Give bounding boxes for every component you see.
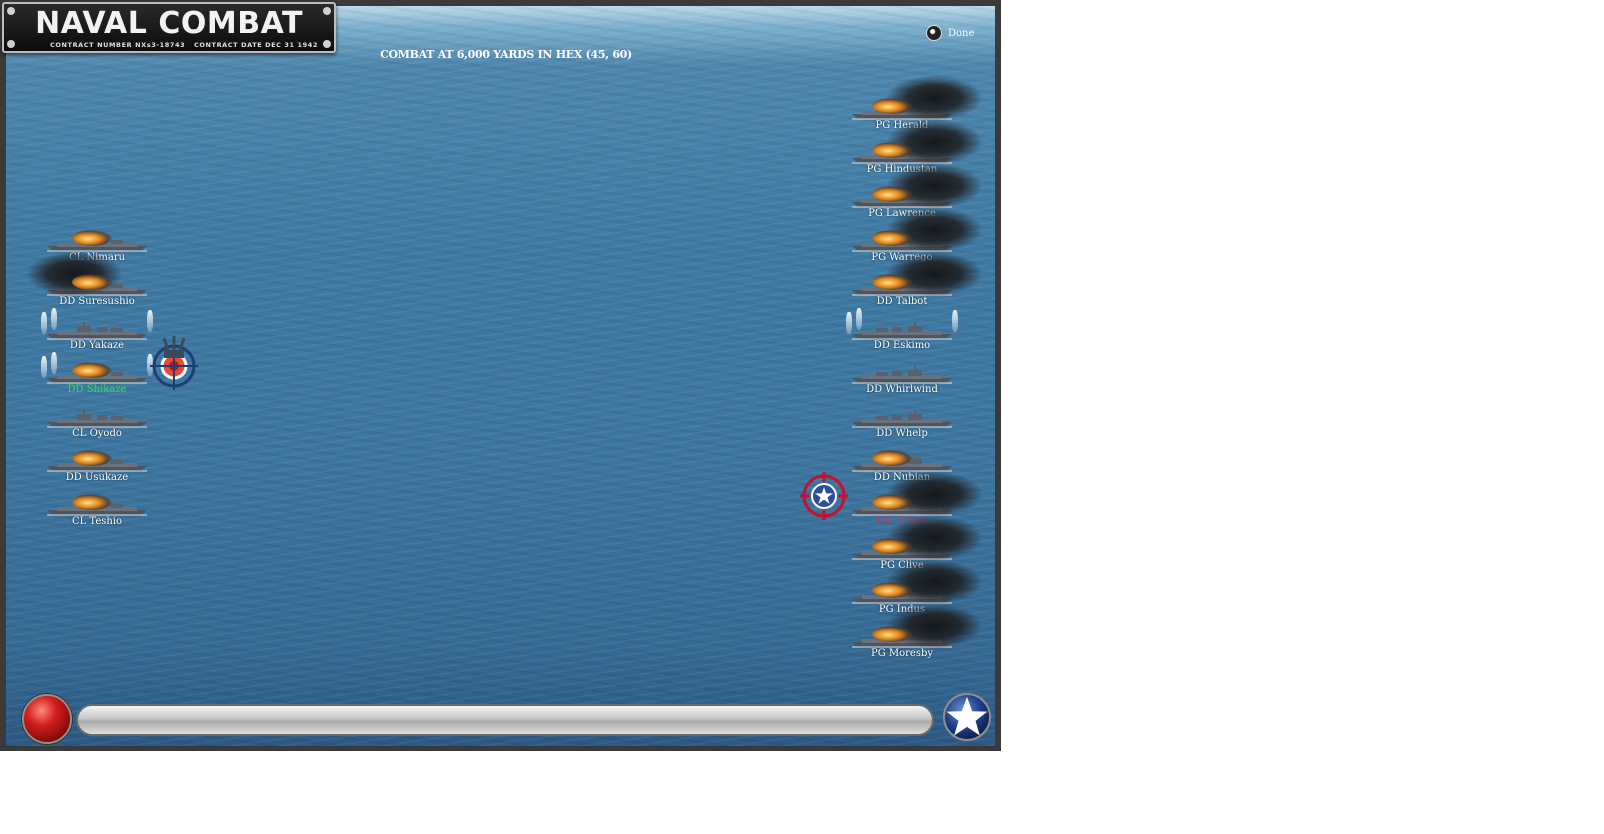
fire-icon [72,450,112,466]
ship-yakaze[interactable]: DD Yakaze [27,308,167,352]
combat-heading: COMBAT AT 6,000 YARDS IN HEX (45, 60) [380,48,632,61]
fire-icon [872,98,912,114]
contract-number: CONTRACT NUMBER NXs3-18743 [50,41,186,49]
fire-icon [872,450,912,466]
ship-oyodo[interactable]: CL Oyodo [27,396,167,440]
ship-talbot[interactable]: DD Talbot [832,252,982,308]
ship-name: DD Talbot [876,296,928,307]
ship-whirlwind[interactable]: DD Whirlwind [832,352,972,396]
fire-icon [872,186,912,202]
fire-icon [872,142,912,158]
screw-icon [323,40,331,48]
done-button[interactable]: Done [926,25,974,41]
ship-selected[interactable]: DD Shikaze [27,352,167,396]
title-plate: NAVAL COMBAT CONTRACT NUMBER NXs3-18743 … [2,2,336,53]
ship-name: DD Whelp [876,428,928,439]
ship-hull-icon [47,322,147,340]
fire-icon [72,362,112,378]
ship-teshio[interactable]: CL Teshio [27,484,167,528]
splash-icon [41,312,47,334]
contract-info: CONTRACT NUMBER NXs3-18743 CONTRACT DATE… [50,41,318,49]
screw-icon [7,40,15,48]
fire-icon [872,626,912,642]
allied-target-reticle-icon[interactable] [800,472,848,520]
ship-name: DD Eskimo [873,340,931,351]
ship-name: DD Yakaze [69,340,125,351]
ocean-background: COMBAT AT 6,000 YARDS IN HEX (45, 60) Do… [6,6,995,746]
ship-name: DD Whirlwind [866,384,938,395]
fire-button[interactable] [22,694,72,744]
splash-icon [51,308,57,330]
ship-hull-icon [852,322,952,340]
smoke-icon [27,252,122,296]
japanese-target-reticle-icon[interactable] [150,336,200,390]
ship-name: PG Moresby [870,648,934,659]
ship-hull-icon [852,410,952,428]
ship-moresby[interactable]: PG Moresby [832,604,982,660]
splash-icon [856,308,862,330]
splash-icon [41,356,47,378]
ship-name: DD Suresushio [59,296,135,307]
splash-icon [147,310,153,332]
ship-suresushio[interactable]: DD Suresushio [27,252,167,308]
ship-hull-icon [47,410,147,428]
game-window: COMBAT AT 6,000 YARDS IN HEX (45, 60) Do… [0,0,1001,751]
done-icon [926,25,942,41]
ship-name: CL Oyodo [72,428,122,439]
fire-icon [872,230,912,246]
ship-usukaze[interactable]: DD Usukaze [27,440,167,484]
ship-eskimo[interactable]: DD Eskimo [832,308,972,352]
splash-icon [51,352,57,374]
fire-icon [872,494,912,510]
combat-progress-bar [76,704,934,736]
splash-icon [952,310,958,332]
fire-icon [72,230,112,246]
fire-icon [872,274,912,290]
allied-star-button-icon[interactable] [942,692,992,742]
bottom-control-bar [12,690,995,746]
ship-whelp[interactable]: DD Whelp [832,396,972,440]
game-title: NAVAL COMBAT [35,6,303,41]
fire-icon [872,538,912,554]
fire-icon [72,494,112,510]
contract-date: CONTRACT DATE DEC 31 1942 [194,41,318,49]
ship-name: DD Usukaze [65,472,129,483]
ship-name: DD Shikaze [67,384,127,395]
ship-name: CL Teshio [71,516,123,527]
fire-icon [872,582,912,598]
fire-icon [72,274,112,290]
done-label: Done [948,27,975,39]
ship-hull-icon [852,366,952,384]
splash-icon [846,312,852,334]
